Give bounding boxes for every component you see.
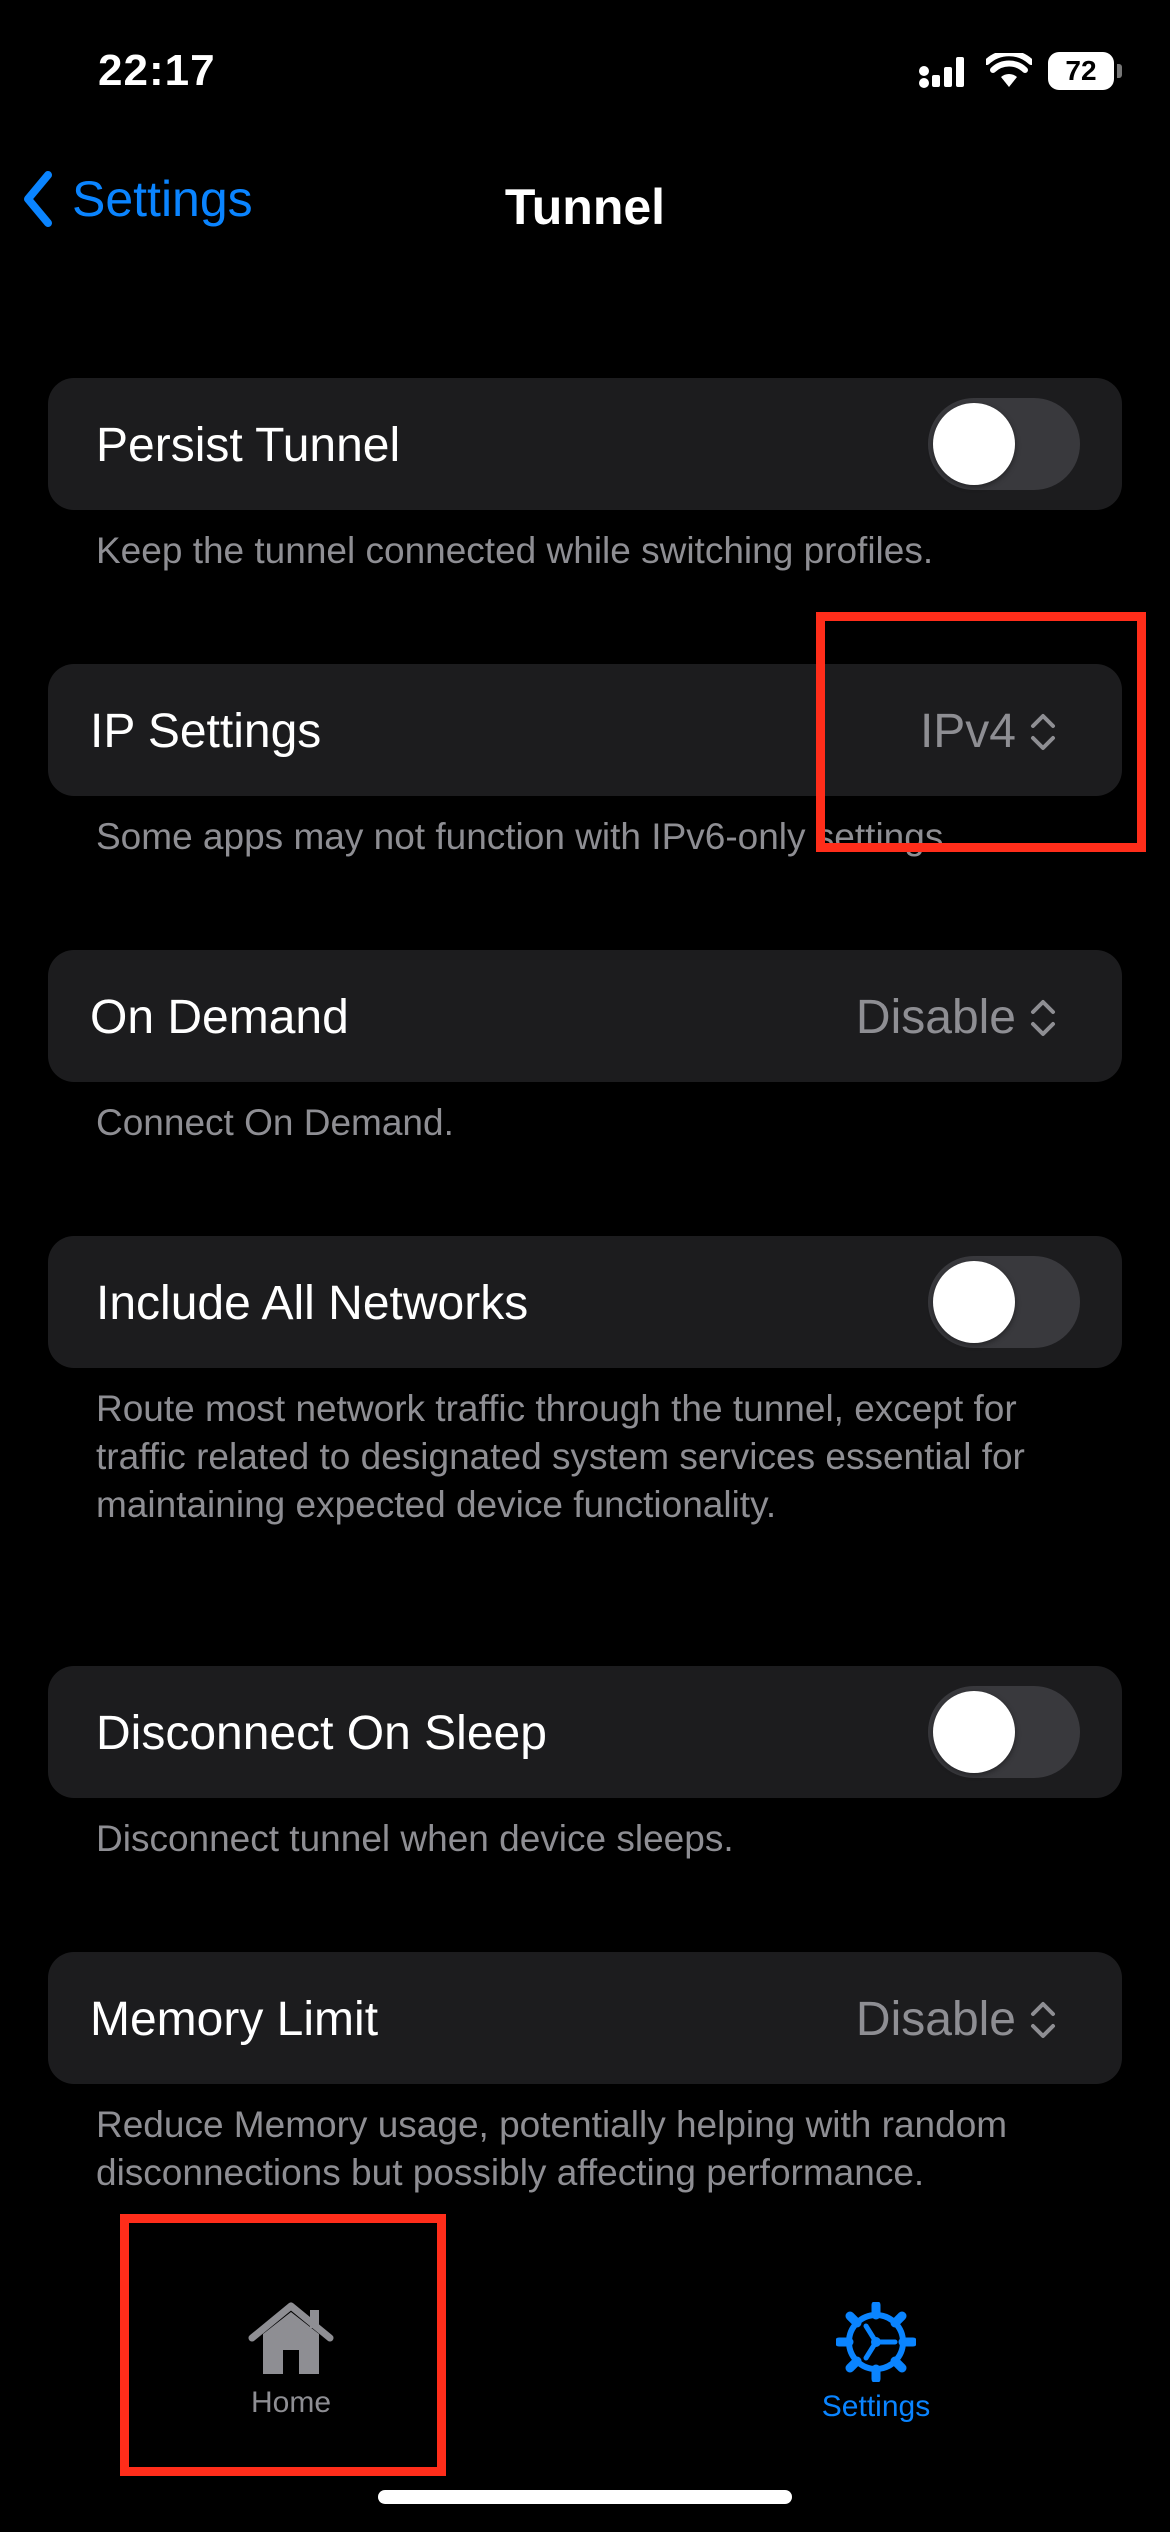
ip-settings-label: IP Settings: [90, 705, 322, 758]
on-demand-selected: Disable: [855, 991, 1016, 1044]
memory-limit-row[interactable]: Memory Limit Disable: [48, 1952, 1122, 2084]
disconnect-on-sleep-row: Disconnect On Sleep: [48, 1666, 1122, 1798]
tab-settings[interactable]: Settings: [776, 2302, 976, 2424]
toggle-knob: [933, 1261, 1015, 1343]
battery-icon: 72: [1048, 52, 1122, 90]
memory-limit-value[interactable]: Disable: [856, 1992, 1056, 2047]
memory-limit-footer: Reduce Memory usage, potentially helping…: [96, 2104, 1008, 2193]
highlight-box-home-tab: [120, 2214, 446, 2476]
on-demand-footer: Connect On Demand.: [96, 1102, 454, 1143]
memory-limit-label: Memory Limit: [90, 1993, 379, 2046]
toggle-knob: [933, 1691, 1015, 1773]
persist-tunnel-toggle[interactable]: [928, 398, 1080, 490]
include-all-networks-row: Include All Networks: [48, 1236, 1122, 1368]
include-all-networks-toggle[interactable]: [928, 1256, 1080, 1348]
include-all-networks-label: Include All Networks: [96, 1277, 529, 1330]
disconnect-on-sleep-footer: Disconnect tunnel when device sleeps.: [96, 1818, 734, 1859]
status-time: 22:17: [98, 46, 216, 95]
on-demand-label: On Demand: [90, 991, 349, 1044]
persist-tunnel-label: Persist Tunnel: [96, 419, 401, 472]
disconnect-on-sleep-label: Disconnect On Sleep: [96, 1707, 547, 1760]
chevron-up-down-icon: [1031, 2001, 1055, 2038]
wifi-icon: [986, 53, 1032, 87]
page-title: Tunnel: [504, 179, 666, 235]
on-demand-value[interactable]: Disable: [856, 990, 1056, 1045]
toggle-knob: [933, 403, 1015, 485]
include-all-networks-footer: Route most network traffic through the t…: [96, 1388, 1025, 1525]
home-indicator: [378, 2490, 792, 2504]
highlight-box-ip-value: [816, 612, 1146, 852]
on-demand-row[interactable]: On Demand Disable: [48, 950, 1122, 1082]
signal-icon: [919, 57, 964, 88]
disconnect-on-sleep-toggle[interactable]: [928, 1686, 1080, 1778]
chevron-up-down-icon: [1031, 999, 1055, 1036]
persist-tunnel-footer: Keep the tunnel connected while switchin…: [96, 530, 934, 571]
memory-limit-selected: Disable: [855, 1993, 1016, 2046]
persist-tunnel-row: Persist Tunnel: [48, 378, 1122, 510]
tab-settings-label: Settings: [821, 2390, 931, 2423]
gear-icon: [836, 2302, 916, 2382]
status-icons: 72: [918, 52, 1122, 90]
